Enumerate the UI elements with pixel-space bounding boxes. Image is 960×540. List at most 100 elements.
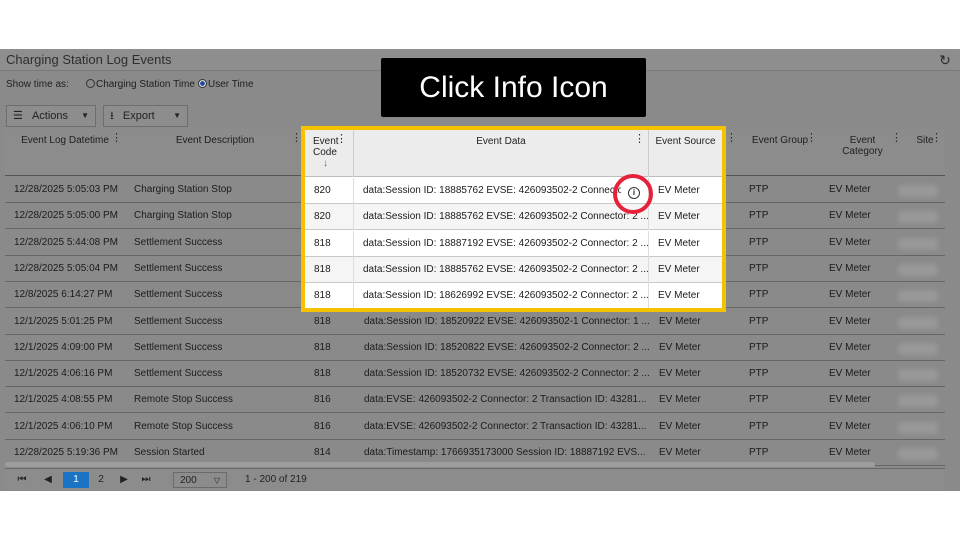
table-cell: 12/28/2025 5:44:08 PM (14, 236, 118, 248)
refresh-icon[interactable]: ↻ (936, 51, 954, 69)
table-cell: 818 (314, 368, 331, 380)
highlight-frame (301, 126, 726, 312)
table-cell: PTP (749, 289, 769, 301)
download-icon: ⭳ (110, 110, 114, 122)
table-cell: 12/1/2025 4:09:00 PM (14, 341, 113, 353)
table-cell: EV Meter (829, 368, 871, 380)
table-cell: 818 (314, 341, 331, 353)
column-menu-icon[interactable]: ⋮ (111, 131, 122, 144)
table-cell: Remote Stop Success (134, 420, 233, 432)
table-cell: EV Meter (829, 262, 871, 274)
prev-page-icon[interactable]: ◀ (41, 472, 55, 488)
table-cell: 12/1/2025 4:06:16 PM (14, 368, 113, 380)
table-row[interactable]: 12/1/2025 4:09:00 PM Settlement Success 81… (5, 335, 945, 361)
table-cell: data:Session ID: 18520922 EVSE: 42609350… (364, 315, 650, 327)
table-cell: PTP (749, 341, 769, 353)
table-row[interactable]: 12/1/2025 4:08:55 PM Remote Stop Success 8… (5, 387, 945, 414)
table-cell: EV Meter (659, 341, 701, 353)
table-row[interactable]: 12/1/2025 4:06:10 PM Remote Stop Success 8… (5, 414, 945, 440)
col-site[interactable]: Site ⋮ (905, 129, 945, 176)
col-event-description[interactable]: Event Description ⋮ (125, 129, 305, 176)
chevron-down-icon: ▼ (173, 111, 181, 120)
table-cell: PTP (749, 262, 769, 274)
table-cell: PTP (749, 368, 769, 380)
table-cell: Remote Stop Success (134, 394, 233, 406)
page-button-1[interactable]: 1 (63, 472, 89, 488)
callout-circle (613, 174, 653, 214)
chevron-down-icon: ▽ (213, 476, 220, 485)
column-menu-icon[interactable]: ⋮ (891, 131, 902, 144)
table-cell: Settlement Success (134, 315, 223, 327)
col-label: Event Log Datetime (21, 135, 109, 146)
table-cell: PTP (749, 420, 769, 432)
redacted-site (898, 421, 938, 434)
first-page-icon[interactable]: ⏮ (15, 472, 29, 488)
table-cell: 12/28/2025 5:05:03 PM (14, 184, 118, 195)
table-cell: EV Meter (659, 394, 701, 406)
table-cell: 12/28/2025 5:05:04 PM (14, 262, 118, 274)
table-cell: 12/1/2025 4:08:55 PM (14, 394, 113, 406)
col-label: Event Group (751, 135, 809, 146)
table-cell: EV Meter (659, 315, 701, 327)
redacted-site (898, 395, 938, 408)
table-cell: 12/1/2025 4:06:10 PM (14, 420, 113, 432)
table-cell: 12/1/2025 5:01:25 PM (14, 315, 113, 327)
menu-icon: ☰ (13, 110, 23, 122)
redacted-site (898, 211, 938, 224)
table-row[interactable]: 12/1/2025 5:01:25 PM Settlement Success 81… (5, 309, 945, 335)
table-cell: 816 (314, 420, 331, 432)
table-cell: Settlement Success (134, 262, 223, 274)
table-cell: Settlement Success (134, 368, 223, 380)
table-row[interactable]: 12/1/2025 4:06:16 PM Settlement Success 81… (5, 361, 945, 388)
col-event-group[interactable]: Event Group ⋮ (740, 129, 820, 176)
column-menu-icon[interactable]: ⋮ (806, 131, 817, 144)
redacted-site (898, 237, 938, 250)
redacted-site (898, 290, 938, 303)
col-event-log-datetime[interactable]: Event Log Datetime ⋮ (5, 129, 125, 176)
radio-charging-station-time[interactable]: Charging Station Time (86, 79, 195, 90)
horizontal-scrollbar[interactable] (5, 462, 875, 467)
table-cell: EV Meter (829, 289, 871, 301)
table-cell: Settlement Success (134, 236, 223, 248)
table-cell: 12/8/2025 6:14:27 PM (14, 289, 113, 301)
radio-user-time[interactable]: User Time (198, 79, 254, 90)
page-button-2[interactable]: 2 (93, 472, 109, 488)
table-cell: 816 (314, 394, 331, 406)
actions-button[interactable]: ☰ Actions ▼ (6, 105, 96, 127)
screen: Charging Station Log Events ↻ Show time … (0, 0, 960, 540)
col-event-category[interactable]: Event Category ⋮ (820, 129, 905, 176)
column-menu-icon[interactable]: ⋮ (931, 131, 942, 144)
redacted-site (898, 316, 938, 329)
show-time-label: Show time as: (6, 79, 69, 90)
export-button[interactable]: ⭳ Export ▼ (103, 105, 188, 127)
table-cell: EV Meter (829, 315, 871, 327)
table-cell: EV Meter (829, 420, 871, 432)
panel-title: Charging Station Log Events (6, 52, 172, 67)
page-size-select[interactable]: 200 ▽ (173, 472, 227, 488)
redacted-site (898, 185, 938, 197)
last-page-icon[interactable]: ⏭ (139, 472, 153, 488)
next-page-icon[interactable]: ▶ (117, 472, 131, 488)
table-cell: data:Session ID: 18520732 EVSE: 42609350… (364, 368, 650, 380)
table-cell: data:EVSE: 426093502-2 Connector: 2 Tran… (364, 394, 647, 406)
col-label: Event Category (842, 135, 883, 157)
table-cell: data:EVSE: 426093502-2 Connector: 2 Tran… (364, 420, 647, 432)
table-cell: EV Meter (659, 368, 701, 380)
column-menu-icon[interactable]: ⋮ (726, 131, 737, 144)
redacted-site (898, 448, 938, 460)
table-cell: Settlement Success (134, 289, 223, 301)
radio-label-user: User Time (208, 79, 254, 90)
table-cell: PTP (749, 315, 769, 327)
table-cell: 12/28/2025 5:05:00 PM (14, 210, 118, 222)
table-cell: EV Meter (829, 341, 871, 353)
table-cell: EV Meter (829, 184, 871, 195)
table-cell: data:Session ID: 18520822 EVSE: 42609350… (364, 341, 650, 353)
actions-label: Actions (31, 110, 69, 122)
table-cell: EV Meter (829, 394, 871, 406)
chevron-down-icon: ▼ (81, 111, 89, 120)
pager: ⏮ ◀ 1 2 ▶ ⏭ 200 ▽ 1 - 200 of 219 (5, 468, 945, 490)
table-cell: EV Meter (829, 236, 871, 248)
instruction-callout: Click Info Icon (381, 58, 646, 117)
table-cell: Charging Station Stop (134, 184, 232, 195)
table-cell: Charging Station Stop (134, 210, 232, 222)
